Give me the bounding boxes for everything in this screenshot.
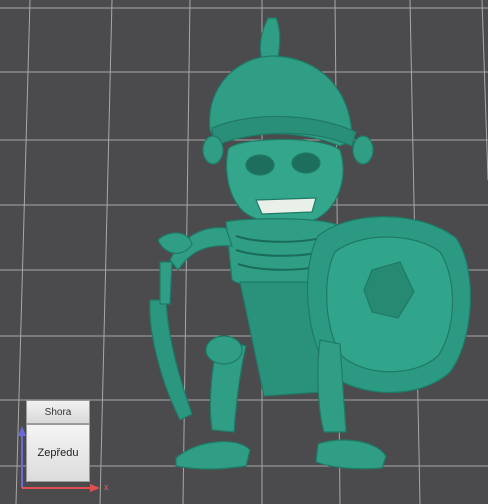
z-axis-arrow [18, 426, 26, 436]
skeleton-warrior-model [149, 17, 472, 470]
3d-viewport[interactable]: Shora Zepředu x [0, 0, 488, 504]
x-axis-arrow [90, 484, 100, 492]
view-cube[interactable]: Shora Zepředu x [14, 396, 114, 496]
x-axis-label: x [104, 482, 109, 492]
axis-indicator [18, 426, 100, 492]
